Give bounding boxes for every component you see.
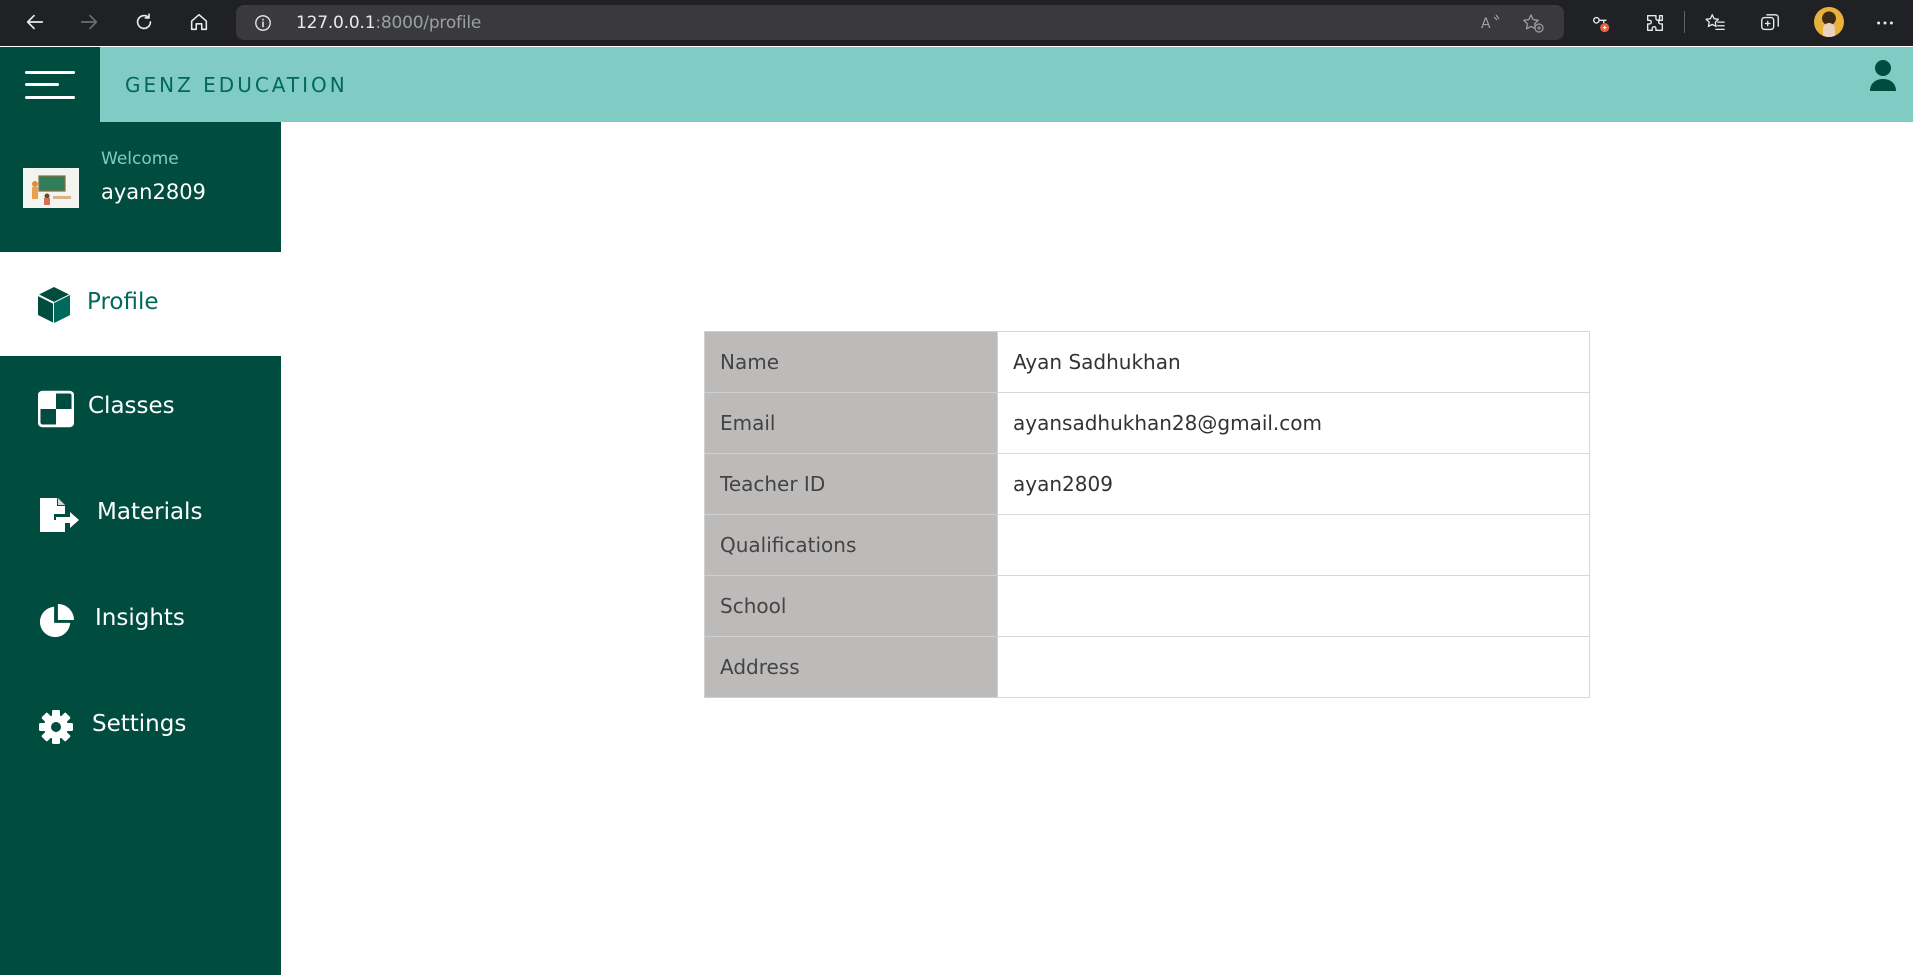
sidebar-item-label: Profile — [87, 289, 159, 315]
profile-table: Name Ayan Sadhukhan Email ayansadhukhan2… — [704, 331, 1590, 698]
profile-field-label: Address — [704, 636, 998, 698]
add-favorite-icon[interactable] — [1522, 13, 1544, 33]
extensions-icon[interactable] — [1642, 10, 1668, 36]
refresh-icon[interactable] — [126, 7, 162, 37]
gear-icon — [39, 710, 73, 744]
sidebar-item-classes[interactable]: Classes — [0, 356, 281, 460]
user-icon[interactable] — [1868, 59, 1898, 93]
table-row: School — [704, 575, 1590, 637]
table-row: Address — [704, 636, 1590, 698]
more-icon[interactable] — [1872, 10, 1898, 36]
checkerboard-icon — [38, 390, 74, 428]
classroom-thumbnail — [23, 168, 79, 208]
read-aloud-icon[interactable]: A — [1480, 13, 1502, 33]
sidebar-item-label: Settings — [92, 711, 187, 737]
profile-field-label: Teacher ID — [704, 453, 998, 515]
sidebar-item-label: Materials — [97, 499, 203, 525]
profile-field-value — [997, 636, 1590, 698]
profile-field-value — [997, 514, 1590, 576]
welcome-label: Welcome — [101, 149, 179, 169]
sidebar-item-materials[interactable]: Materials — [0, 462, 281, 566]
profile-field-value: ayansadhukhan28@gmail.com — [997, 392, 1590, 454]
sidebar-item-insights[interactable]: Insights — [0, 568, 281, 672]
favorites-icon[interactable] — [1702, 10, 1728, 36]
app-header: GENZ EDUCATION — [0, 47, 1913, 122]
profile-field-value: Ayan Sadhukhan — [997, 331, 1590, 393]
table-row: Qualifications — [704, 514, 1590, 576]
extension-icon[interactable] — [1588, 10, 1614, 36]
file-export-icon — [40, 498, 79, 532]
pie-chart-icon — [39, 603, 74, 638]
table-row: Teacher ID ayan2809 — [704, 453, 1590, 515]
svg-text:A: A — [1481, 16, 1491, 32]
cube-icon — [37, 287, 71, 323]
profile-avatar[interactable] — [1814, 7, 1844, 37]
home-icon[interactable] — [181, 7, 217, 37]
sidebar-item-label: Classes — [88, 393, 175, 419]
table-row: Email ayansadhukhan28@gmail.com — [704, 392, 1590, 454]
address-bar[interactable]: 127.0.0.1:8000/profile A — [236, 5, 1564, 40]
brand-title: GENZ EDUCATION — [125, 73, 348, 97]
forward-icon[interactable] — [71, 7, 107, 37]
hamburger-menu-icon[interactable] — [0, 47, 100, 122]
sidebar-item-profile[interactable]: Profile — [0, 252, 281, 356]
browser-toolbar: 127.0.0.1:8000/profile A — [0, 0, 1913, 46]
profile-field-label: Name — [704, 331, 998, 393]
welcome-panel: Welcome ayan2809 — [0, 122, 281, 252]
back-icon[interactable] — [17, 7, 53, 37]
profile-field-label: Qualifications — [704, 514, 998, 576]
profile-field-value: ayan2809 — [997, 453, 1590, 515]
url-text[interactable]: 127.0.0.1:8000/profile — [296, 13, 481, 33]
sidebar-item-settings[interactable]: Settings — [0, 674, 281, 778]
profile-field-label: Email — [704, 392, 998, 454]
table-row: Name Ayan Sadhukhan — [704, 331, 1590, 393]
info-icon[interactable] — [254, 14, 272, 32]
welcome-username: ayan2809 — [101, 180, 206, 204]
sidebar: Welcome ayan2809 Profile Classes Materia… — [0, 122, 281, 975]
sidebar-item-label: Insights — [95, 605, 185, 631]
collections-icon[interactable] — [1757, 10, 1783, 36]
toolbar-divider — [1684, 11, 1685, 33]
profile-field-label: School — [704, 575, 998, 637]
profile-field-value — [997, 575, 1590, 637]
